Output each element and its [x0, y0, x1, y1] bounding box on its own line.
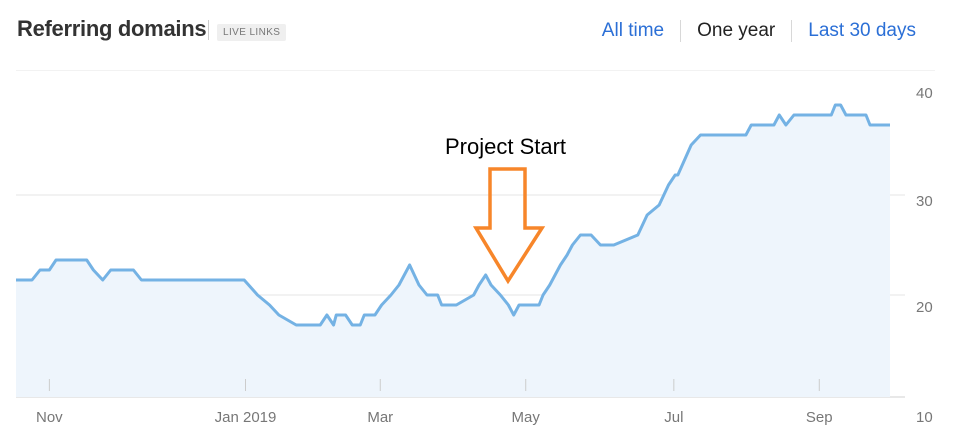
y-tick-label: 40 — [916, 85, 933, 102]
x-tick-label: Nov — [36, 409, 63, 426]
x-tick-label: May — [512, 409, 541, 426]
y-tick-label: 30 — [916, 193, 933, 210]
tab-one-year[interactable]: One year — [697, 20, 775, 42]
chart-title: Referring domains — [17, 16, 207, 41]
x-tick-label: Mar — [367, 409, 393, 426]
project-start-label: Project Start — [445, 134, 567, 159]
time-range-tabs: All time One year Last 30 days — [602, 20, 916, 42]
y-axis: 40 30 20 10 — [916, 85, 933, 426]
tab-all-time[interactable]: All time — [602, 20, 664, 42]
x-tick-label: Jan 2019 — [215, 409, 277, 426]
arrow-shape — [472, 167, 546, 285]
x-tick-label: Jul — [664, 409, 683, 426]
title-divider — [208, 20, 209, 40]
live-links-badge: LIVE LINKS — [217, 24, 287, 41]
project-start-arrow — [472, 167, 546, 285]
y-tick-label: 20 — [916, 299, 933, 316]
tab-divider — [791, 20, 793, 42]
referring-domains-chart: Nov Jan 2019 Mar May Jul Sep 40 30 20 10 — [16, 70, 935, 426]
y-tick-label: 10 — [916, 409, 933, 426]
chart-header: Referring domains LIVE LINKS All time On… — [0, 0, 968, 70]
tab-last-30-days[interactable]: Last 30 days — [808, 20, 916, 42]
tab-divider — [680, 20, 682, 42]
x-tick-label: Sep — [806, 409, 833, 426]
